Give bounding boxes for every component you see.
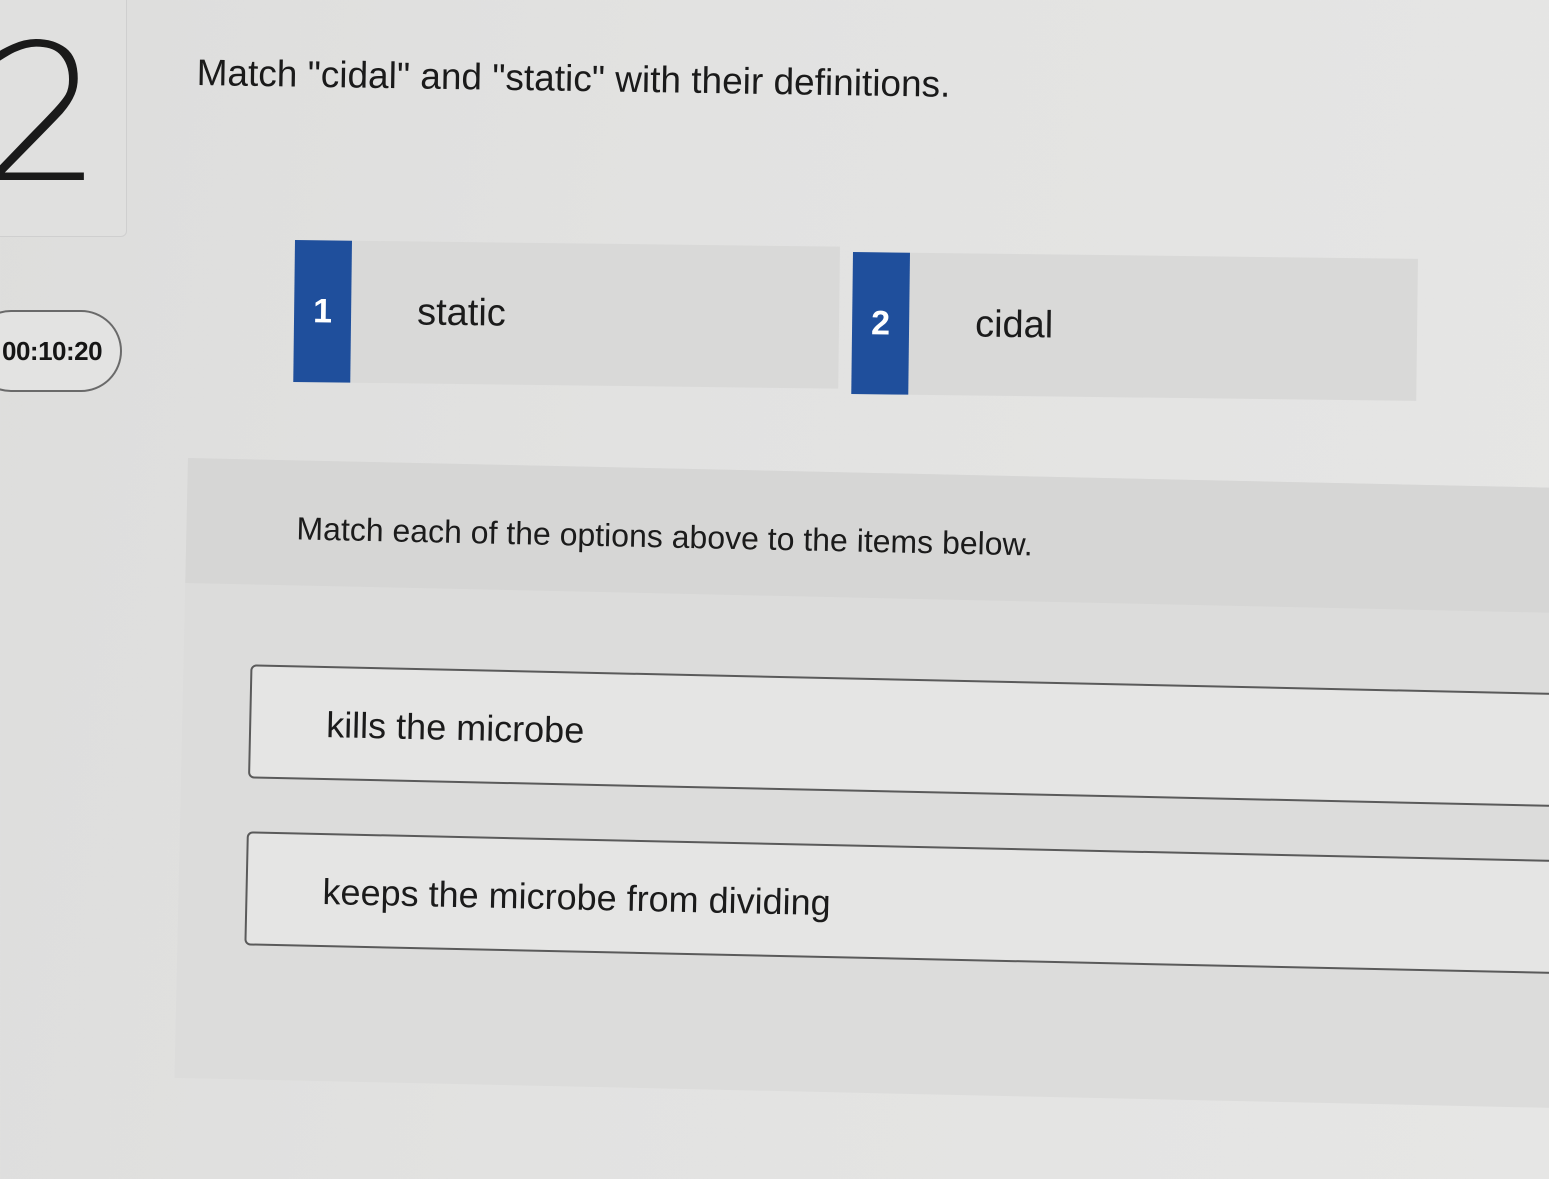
timer-text: 00:10:20 bbox=[2, 335, 103, 366]
option-card-static[interactable]: 1 static bbox=[293, 240, 840, 389]
match-item-text: keeps the microbe from dividing bbox=[322, 871, 832, 924]
question-number: 2 bbox=[0, 4, 103, 225]
option-number-badge: 2 bbox=[851, 252, 910, 395]
match-drop-target[interactable]: kills the microbe bbox=[248, 664, 1549, 809]
option-label: cidal bbox=[974, 303, 1054, 347]
option-number-badge: 1 bbox=[293, 240, 352, 383]
option-card-cidal[interactable]: 2 cidal bbox=[851, 252, 1418, 401]
match-item-text: kills the microbe bbox=[325, 704, 585, 751]
timer-badge: 00:10:20 bbox=[0, 310, 122, 392]
match-drop-target[interactable]: keeps the microbe from dividing bbox=[244, 831, 1549, 976]
option-label: static bbox=[416, 291, 507, 335]
matching-panel: Match each of the options above to the i… bbox=[174, 458, 1549, 1109]
question-title: Match "cidal" and "static" with their de… bbox=[196, 52, 951, 105]
